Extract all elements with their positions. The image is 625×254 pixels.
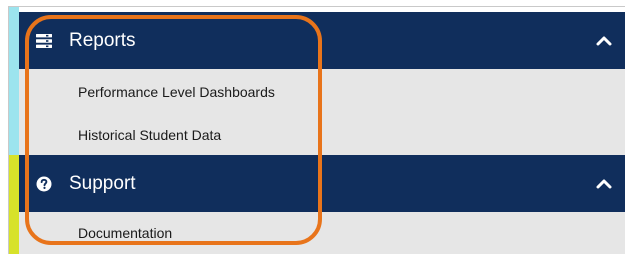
reports-accent-stripe — [9, 7, 19, 155]
navigation-panel: Reports Performance Level Dashboards His… — [8, 6, 625, 254]
support-section-header[interactable]: Support — [19, 155, 625, 212]
menu-item-historical-student-data[interactable]: Historical Student Data — [19, 115, 625, 155]
menu-item-documentation[interactable]: Documentation — [19, 212, 625, 254]
menu-item-performance-level-dashboards[interactable]: Performance Level Dashboards — [19, 69, 625, 115]
chevron-up-icon[interactable] — [595, 32, 613, 50]
menu-item-label: Documentation — [78, 225, 173, 241]
question-circle-icon — [36, 176, 52, 191]
chevron-up-icon[interactable] — [595, 175, 613, 193]
stacked-list-icon — [36, 33, 52, 48]
support-accent-stripe — [9, 155, 19, 254]
reports-section-header[interactable]: Reports — [19, 12, 625, 69]
support-section-title: Support — [69, 173, 136, 194]
menu-item-label: Historical Student Data — [78, 127, 222, 143]
reports-section-title: Reports — [69, 30, 136, 51]
menu-content: Reports Performance Level Dashboards His… — [19, 7, 625, 254]
menu-item-label: Performance Level Dashboards — [78, 84, 275, 100]
